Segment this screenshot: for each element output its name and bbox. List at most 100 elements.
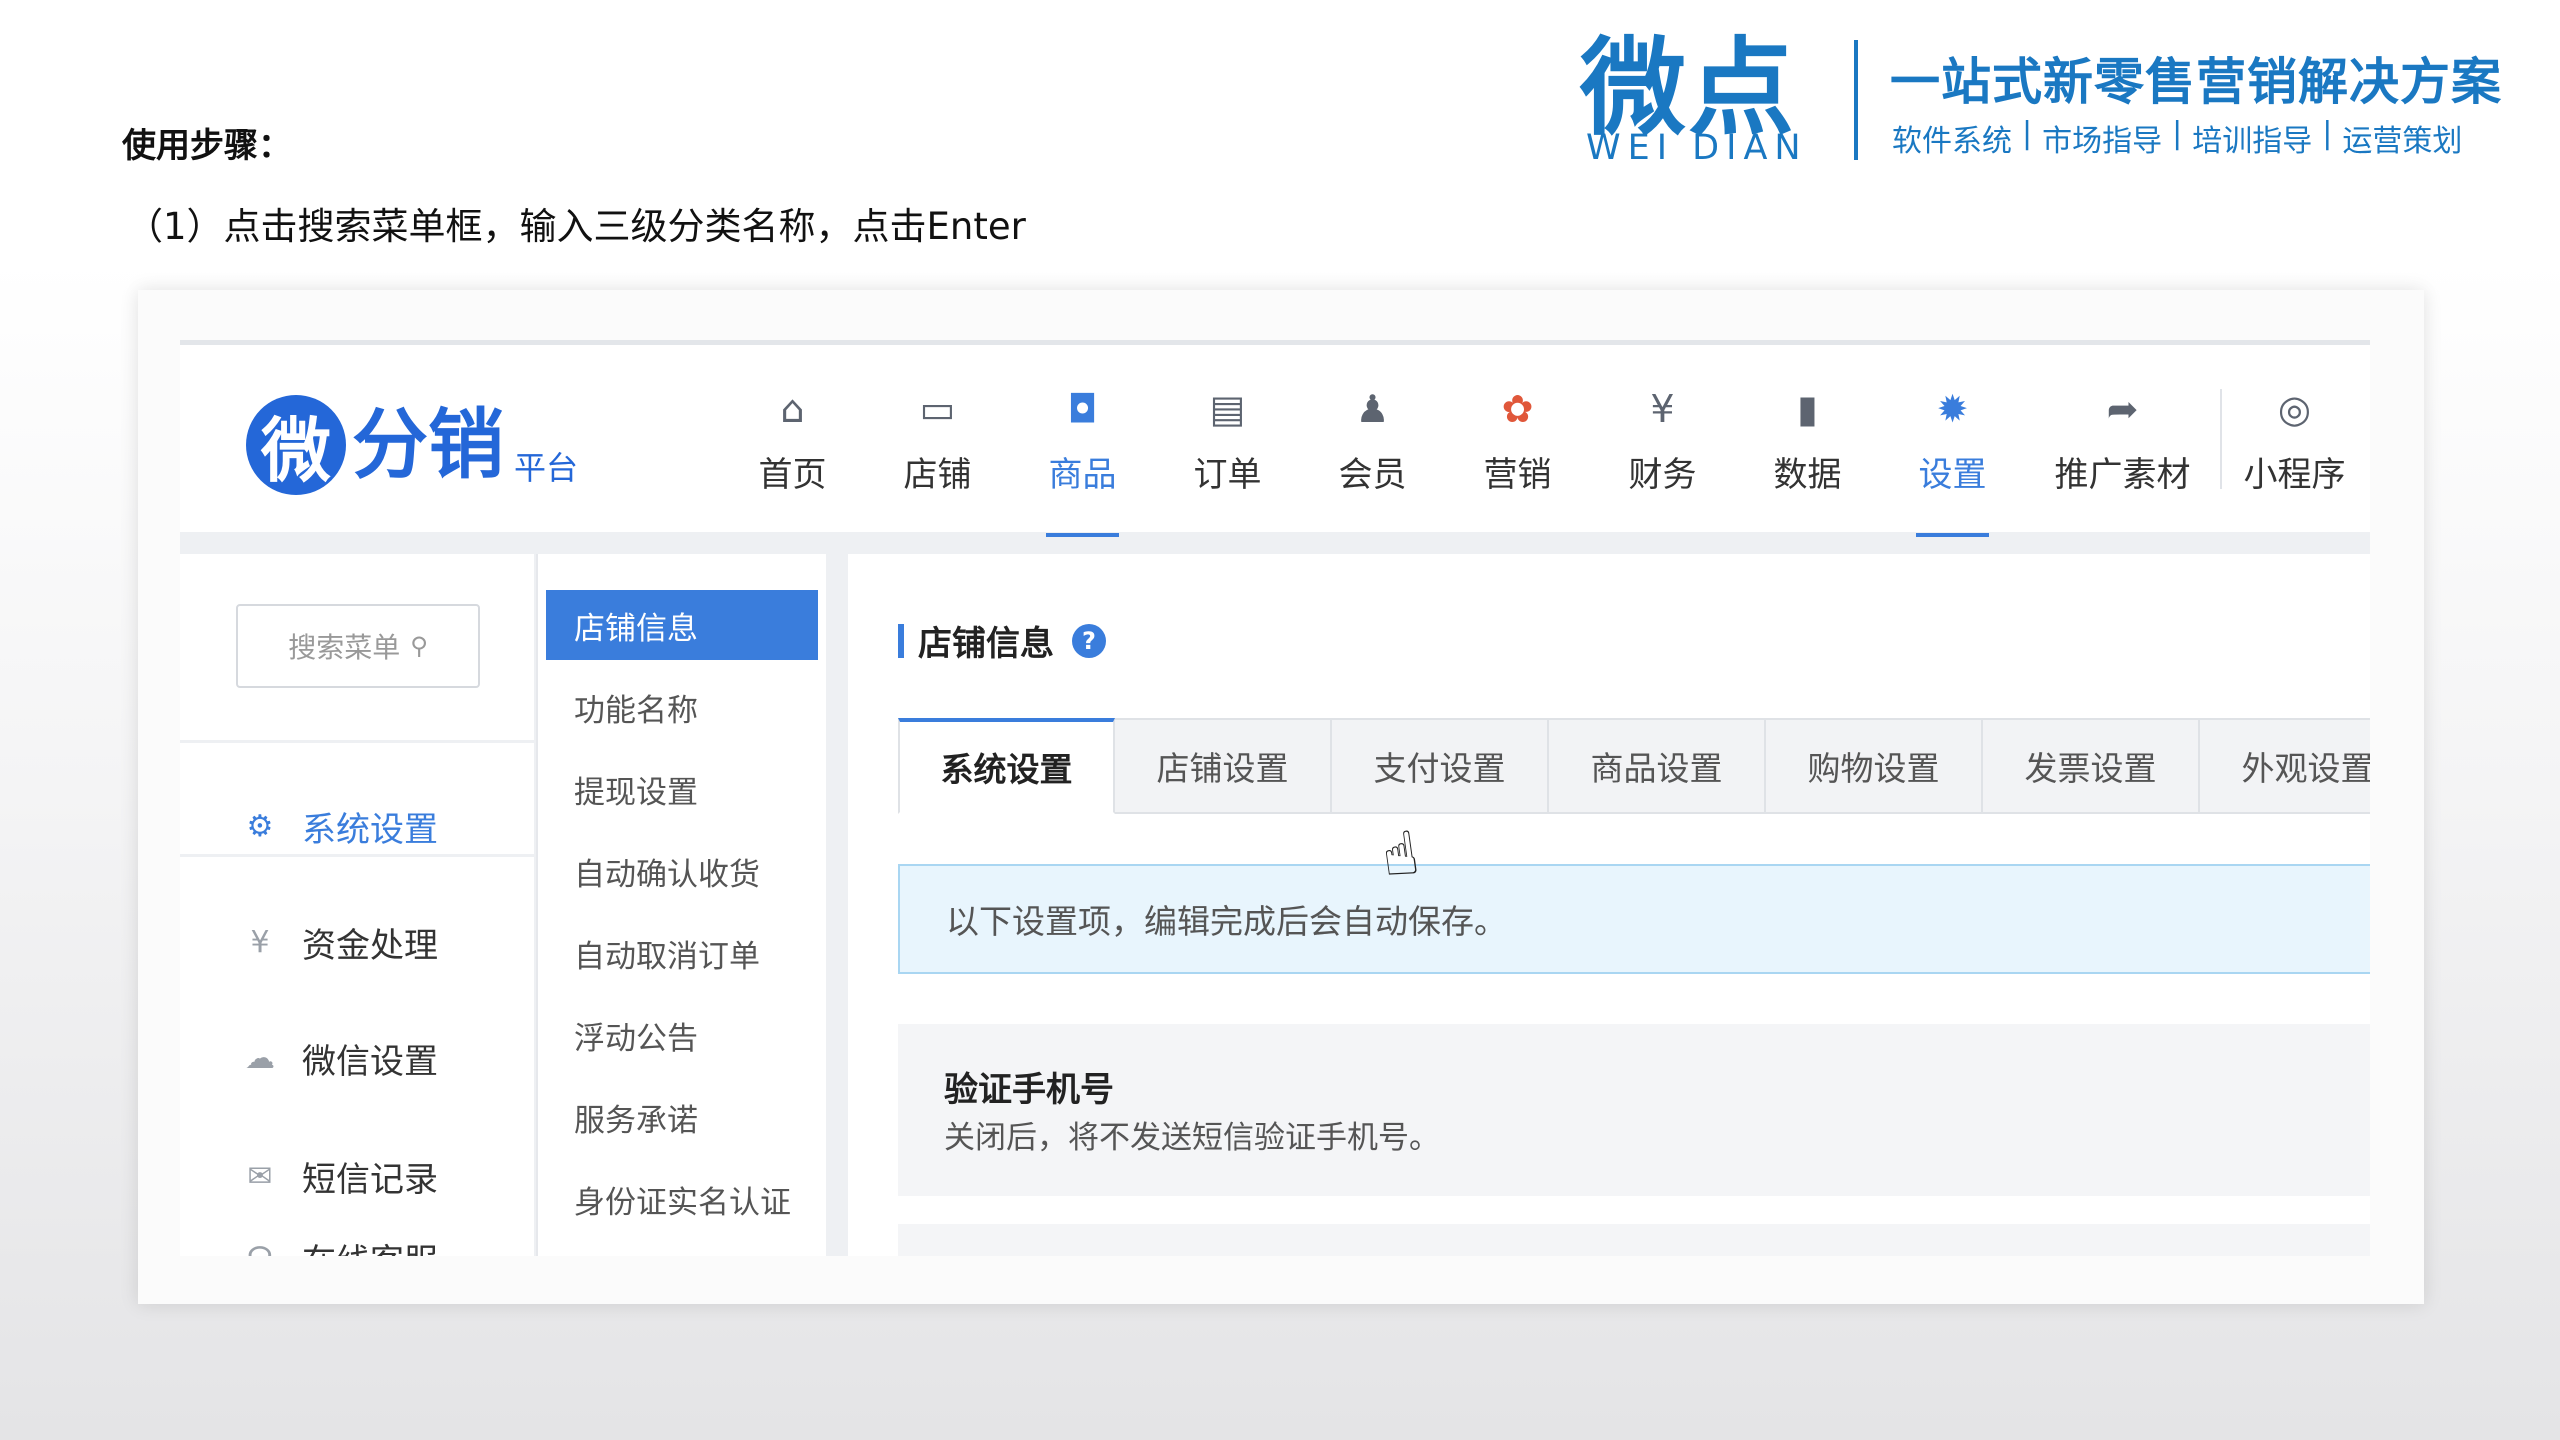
sidebar-divider — [180, 740, 534, 743]
subnav-item[interactable]: 自动取消订单 — [546, 918, 818, 988]
nav-label: 小程序 — [2243, 455, 2346, 495]
headset-icon: ☊ — [240, 1239, 280, 1256]
marketing-icon: ✿ — [1501, 387, 1534, 431]
brand-divider — [1854, 40, 1858, 160]
content-panel: 店铺信息 ? 系统设置 店铺设置 支付设置 商品设置 购物设置 发票设置 外观设… — [848, 554, 2370, 1256]
subnav-item[interactable]: 提现设置 — [546, 754, 818, 824]
product-icon: ◘ — [1067, 387, 1098, 431]
sidebar-item-customer-service[interactable]: ☊ 在线客服 — [240, 1234, 438, 1256]
nav-mini-program[interactable]: ◎ 小程序 — [2222, 345, 2367, 537]
setting-description: 关闭后，将不发送短信验证手机号。 — [944, 1120, 1440, 1156]
nav-home[interactable]: ⌂ 首页 — [720, 345, 865, 537]
subnav-item[interactable]: 身份证实名认证 — [546, 1164, 818, 1234]
subnav-item[interactable]: 店铺信息 — [546, 590, 818, 660]
tab-product-settings[interactable]: 商品设置 — [1549, 718, 1766, 814]
brand-pinyin: WEI DIAN — [1586, 128, 1808, 168]
nav-label: 首页 — [758, 455, 827, 495]
top-navbar: 微 分销 平台 ⌂ 首页 ▭ 店铺 ◘ 商品 ▤ 订单 ♟ 会员 ✿ 营销 ¥ … — [180, 340, 2370, 537]
tab-payment-settings[interactable]: 支付设置 — [1332, 718, 1549, 814]
nav-label: 商品 — [1048, 455, 1117, 495]
service-item: 市场指导 — [2042, 124, 2163, 159]
help-icon[interactable]: ? — [1072, 623, 1106, 658]
sidebar-item-system-settings[interactable]: ⚙ 系统设置 — [240, 802, 438, 851]
nav-label: 设置 — [1918, 455, 1987, 495]
nav-marketing[interactable]: ✿ 营销 — [1445, 345, 1590, 537]
settings-subnav: 店铺信息 功能名称 提现设置 自动确认收货 自动取消订单 浮动公告 服务承诺 身… — [536, 554, 826, 1256]
app-window: 微 分销 平台 ⌂ 首页 ▭ 店铺 ◘ 商品 ▤ 订单 ♟ 会员 ✿ 营销 ¥ … — [180, 340, 2370, 1256]
nav-member[interactable]: ♟ 会员 — [1300, 345, 1445, 537]
share-icon: ➦ — [2106, 387, 2139, 431]
settings-icon: ✹ — [1936, 387, 1969, 431]
nav-product[interactable]: ◘ 商品 — [1010, 345, 1155, 537]
step-instruction: （1）点击搜索菜单框，输入三级分类名称，点击Enter — [126, 205, 1026, 248]
service-item: 培训指导 — [2192, 124, 2313, 159]
order-icon: ▤ — [1209, 387, 1246, 431]
wechat-icon: ☁ — [245, 1041, 275, 1076]
gear-icon: ⚙ — [246, 809, 274, 844]
tab-shopping-settings[interactable]: 购物设置 — [1766, 718, 1983, 814]
sidebar-item-wechat[interactable]: ☁ 微信设置 — [240, 1034, 438, 1083]
page-title-text: 店铺信息 — [918, 624, 1054, 664]
mail-icon: ✉ — [247, 1159, 273, 1194]
finance-icon: ¥ — [1650, 387, 1675, 431]
settings-sidebar: 搜索菜单 ⚲ ⚙ 系统设置 ¥ 资金处理 ☁ 微信设置 ✉ 短信记录 ☊ — [180, 554, 534, 1256]
sidebar-item-label: 资金处理 — [302, 926, 438, 966]
service-item: 软件系统 — [1892, 124, 2012, 159]
nav-label: 营销 — [1483, 455, 1552, 495]
logo-subtitle: 平台 — [514, 449, 579, 487]
sidebar-item-label: 系统设置 — [302, 810, 438, 850]
steps-title: 使用步骤： — [122, 126, 292, 166]
brand-slogan: 一站式新零售营销解决方案 — [1890, 53, 2502, 111]
nav-finance[interactable]: ¥ 财务 — [1590, 345, 1735, 537]
sidebar-item-funds[interactable]: ¥ 资金处理 — [240, 918, 438, 967]
sidebar-item-label: 短信记录 — [302, 1160, 438, 1200]
nav-settings[interactable]: ✹ 设置 — [1880, 345, 2025, 537]
page-title: 店铺信息 ? — [898, 616, 1106, 665]
subnav-item[interactable]: 自动确认收货 — [546, 836, 818, 906]
brand-header: 微点 WEI DIAN 一站式新零售营销解决方案 软件系统 | 市场指导 | 培… — [1580, 30, 2501, 170]
app-logo[interactable]: 微 分销 平台 — [246, 385, 578, 495]
sidebar-divider — [180, 854, 534, 857]
nav-label: 财务 — [1628, 455, 1697, 495]
brand-services: 软件系统 | 市场指导 | 培训指导 | 运营策划 — [1892, 116, 2462, 160]
menu-search-input[interactable]: 搜索菜单 ⚲ — [236, 604, 480, 688]
autosave-notice: 以下设置项，编辑完成后会自动保存。 — [898, 864, 2370, 974]
tab-store-settings[interactable]: 店铺设置 — [1115, 718, 1332, 814]
setting-title: 验证手机号 — [944, 1070, 1114, 1110]
member-icon: ♟ — [1355, 387, 1390, 431]
subnav-item[interactable]: 功能名称 — [546, 672, 818, 742]
service-separator: | — [2172, 116, 2183, 151]
service-item: 运营策划 — [2342, 124, 2463, 159]
setting-next-card — [898, 1224, 2370, 1256]
nav-label: 推广素材 — [2054, 455, 2191, 495]
nav-label: 订单 — [1193, 455, 1262, 495]
logo-badge: 微 — [246, 395, 346, 495]
data-icon: ▮ — [1797, 387, 1818, 431]
search-icon: ⚲ — [410, 632, 428, 660]
nav-data[interactable]: ▮ 数据 — [1735, 345, 1880, 537]
nav-store[interactable]: ▭ 店铺 — [865, 345, 1010, 537]
nav-promo-material[interactable]: ➦ 推广素材 — [2025, 345, 2220, 537]
sidebar-item-label: 在线客服 — [302, 1234, 438, 1256]
nav-label: 会员 — [1338, 455, 1407, 495]
nav-order[interactable]: ▤ 订单 — [1155, 345, 1300, 537]
store-icon: ▭ — [919, 387, 956, 431]
tab-appearance-settings[interactable]: 外观设置 — [2200, 718, 2370, 814]
nav-label: 店铺 — [903, 455, 972, 495]
subnav-item[interactable]: 服务承诺 — [546, 1082, 818, 1152]
tab-system-settings[interactable]: 系统设置 — [898, 718, 1115, 814]
service-separator: | — [2322, 116, 2333, 151]
search-placeholder: 搜索菜单 — [288, 631, 401, 664]
subnav-item[interactable]: 浮动公告 — [546, 1000, 818, 1070]
tab-invoice-settings[interactable]: 发票设置 — [1983, 718, 2200, 814]
sidebar-item-label: 微信设置 — [302, 1042, 438, 1082]
settings-tabs: 系统设置 店铺设置 支付设置 商品设置 购物设置 发票设置 外观设置 — [898, 718, 2370, 814]
main-nav: ⌂ 首页 ▭ 店铺 ◘ 商品 ▤ 订单 ♟ 会员 ✿ 营销 ¥ 财务 ▮ 数据 … — [720, 345, 2367, 537]
setting-verify-phone: 验证手机号 关闭后，将不发送短信验证手机号。 — [898, 1024, 2370, 1196]
screenshot-frame: 微 分销 平台 ⌂ 首页 ▭ 店铺 ◘ 商品 ▤ 订单 ♟ 会员 ✿ 营销 ¥ … — [138, 290, 2424, 1304]
service-separator: | — [2022, 116, 2033, 151]
mini-program-icon: ◎ — [2277, 387, 2312, 431]
sidebar-item-sms[interactable]: ✉ 短信记录 — [240, 1152, 438, 1201]
home-icon: ⌂ — [780, 387, 805, 431]
logo-name: 分销 — [352, 400, 504, 489]
